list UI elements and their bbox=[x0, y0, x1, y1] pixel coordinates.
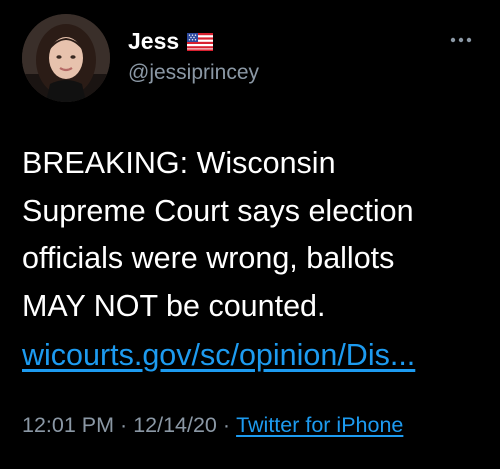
profile-photo bbox=[22, 14, 110, 102]
author-handle[interactable]: @jessiprincey bbox=[128, 61, 259, 85]
tweet-text: BREAKING: Wisconsin Supreme Court says e… bbox=[22, 146, 414, 323]
avatar[interactable] bbox=[22, 14, 110, 102]
us-flag-icon bbox=[187, 32, 214, 51]
tweet-date[interactable]: 12/14/20 bbox=[133, 413, 217, 438]
tweet-link[interactable]: wicourts.gov/sc/opinion/Dis... bbox=[22, 338, 415, 373]
display-name[interactable]: Jess bbox=[128, 28, 179, 55]
meta-separator: · bbox=[222, 413, 231, 437]
tweet-card: Jess @jessiprincey BREAKING: Wisconsin S… bbox=[0, 0, 500, 469]
tweet-meta: 12:01 PM · 12/14/20 · Twitter for iPhone bbox=[22, 413, 403, 438]
source-link[interactable]: Twitter for iPhone bbox=[236, 413, 403, 438]
tweet-time[interactable]: 12:01 PM bbox=[22, 413, 114, 438]
author-name-row[interactable]: Jess bbox=[128, 28, 214, 55]
meta-separator: · bbox=[120, 413, 128, 437]
ellipsis-icon[interactable] bbox=[448, 33, 474, 47]
